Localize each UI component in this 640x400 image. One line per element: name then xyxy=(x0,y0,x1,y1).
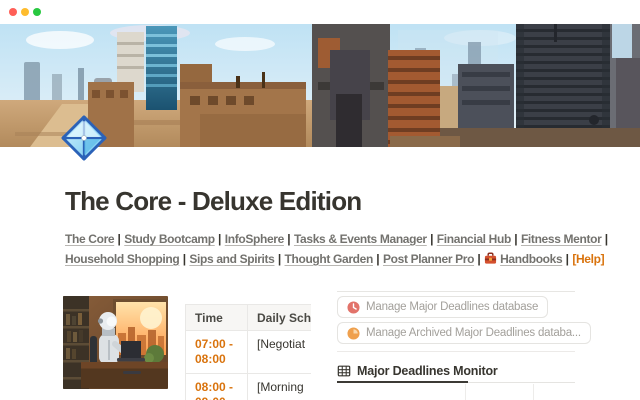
schedule-header-row: Time Daily Sch xyxy=(186,305,312,331)
schedule-time-cell[interactable]: 07:00 - 08:00 xyxy=(186,331,248,374)
close-window-button[interactable] xyxy=(9,8,17,16)
daily-schedule-table: Time Daily Sch 07:00 - 08:00 [Negotiat 0… xyxy=(185,304,311,400)
minimize-window-button[interactable] xyxy=(21,8,29,16)
nav-link-study-bootcamp[interactable]: Study Bootcamp xyxy=(124,232,214,246)
page-title: The Core - Deluxe Edition xyxy=(65,186,575,217)
deadlines-section: Manage Major Deadlines database Manage A… xyxy=(337,291,575,400)
schedule-row-2: 08:00 - 09:00 [Morning xyxy=(186,374,312,400)
active-tab-indicator xyxy=(337,381,468,383)
robot-image-art xyxy=(63,296,168,389)
nav-link-household-shopping[interactable]: Household Shopping xyxy=(65,252,179,266)
manage-archived-deadlines-label: Manage Archived Major Deadlines databa..… xyxy=(366,327,581,339)
nav-separator: | xyxy=(562,252,572,266)
page-icon-gem[interactable] xyxy=(61,115,107,161)
tab-label: Major Deadlines Monitor xyxy=(357,364,498,378)
schedule-column-daily[interactable]: Daily Sch xyxy=(248,305,312,331)
nav-separator: | xyxy=(114,232,124,246)
nav-links: The Core | Study Bootcamp | InfoSphere |… xyxy=(65,229,580,271)
nav-link-tasks-events-manager[interactable]: Tasks & Events Manager xyxy=(294,232,427,246)
blue-diamond-gem-icon xyxy=(61,115,107,161)
nav-separator: | xyxy=(179,252,189,266)
nav-link-sips-and-spirits[interactable]: Sips and Spirits xyxy=(189,252,274,266)
nav-link-fitness-mentor[interactable]: Fitness Mentor xyxy=(521,232,601,246)
toolbox-icon xyxy=(484,251,497,271)
nav-separator: | xyxy=(373,252,383,266)
nav-separator: | xyxy=(601,232,608,246)
traffic-lights xyxy=(9,8,41,16)
nav-link-thought-garden[interactable]: Thought Garden xyxy=(285,252,373,266)
nav-line-1: The Core | Study Bootcamp | InfoSphere |… xyxy=(65,229,580,249)
nav-link-handbooks[interactable]: Handbooks xyxy=(500,252,562,266)
deadlines-table-column-border xyxy=(465,384,466,400)
tab-major-deadlines-monitor[interactable]: Major Deadlines Monitor xyxy=(337,361,498,381)
window-titlebar xyxy=(0,0,640,24)
robot-at-desk-image xyxy=(63,296,168,389)
clock-icon-red xyxy=(347,301,360,314)
schedule-activity-cell[interactable]: [Morning xyxy=(248,374,312,400)
zoom-window-button[interactable] xyxy=(33,8,41,16)
schedule-time-cell[interactable]: 08:00 - 09:00 xyxy=(186,374,248,400)
schedule-activity-cell[interactable]: [Negotiat xyxy=(248,331,312,374)
manage-major-deadlines-button[interactable]: Manage Major Deadlines database xyxy=(337,296,548,318)
schedule-column-time[interactable]: Time xyxy=(186,305,248,331)
table-icon xyxy=(337,364,351,378)
nav-link-help[interactable]: [Help] xyxy=(572,252,604,266)
nav-link-financial-hub[interactable]: Financial Hub xyxy=(437,232,511,246)
nav-link-the-core[interactable]: The Core xyxy=(65,232,114,246)
nav-line-2: Household Shopping | Sips and Spirits | … xyxy=(65,249,580,271)
section-divider xyxy=(337,351,575,352)
manage-major-deadlines-label: Manage Major Deadlines database xyxy=(366,301,538,313)
nav-link-infosphere[interactable]: InfoSphere xyxy=(225,232,284,246)
nav-separator: | xyxy=(511,232,521,246)
schedule-row-1: 07:00 - 08:00 [Negotiat xyxy=(186,331,312,374)
clock-icon-orange xyxy=(347,327,360,340)
deadlines-table-column-border xyxy=(533,384,534,400)
manage-archived-deadlines-button[interactable]: Manage Archived Major Deadlines databa..… xyxy=(337,322,591,344)
nav-separator: | xyxy=(427,232,437,246)
nav-separator: | xyxy=(215,232,225,246)
nav-separator: | xyxy=(474,252,484,266)
nav-link-post-planner-pro[interactable]: Post Planner Pro xyxy=(383,252,474,266)
clipped-button-bottom-border xyxy=(337,291,575,292)
nav-separator: | xyxy=(284,232,294,246)
nav-separator: | xyxy=(274,252,284,266)
